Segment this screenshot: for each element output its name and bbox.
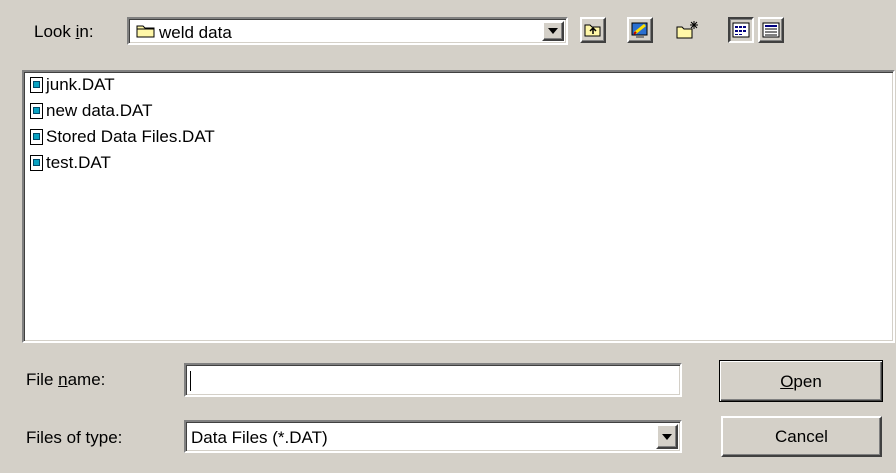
- look-in-dropdown[interactable]: weld data: [127, 17, 568, 45]
- file-icon: [30, 77, 43, 93]
- file-icon: [30, 129, 43, 145]
- up-one-level-icon: [584, 24, 601, 37]
- file-name: junk.DAT: [46, 75, 115, 94]
- look-in-label: Look in:: [34, 22, 94, 41]
- new-folder-button[interactable]: [674, 17, 700, 43]
- new-folder-icon: [676, 21, 698, 39]
- list-item[interactable]: new data.DAT: [30, 100, 152, 122]
- file-type-dropdown[interactable]: Data Files (*.DAT): [184, 420, 682, 453]
- list-item[interactable]: junk.DAT: [30, 74, 115, 96]
- cancel-button[interactable]: Cancel: [721, 416, 882, 457]
- file-icon: [30, 103, 43, 119]
- open-button[interactable]: Open: [719, 360, 883, 402]
- file-name-label: File name:: [26, 370, 106, 389]
- chevron-down-icon: [548, 28, 558, 34]
- file-name: Stored Data Files.DAT: [46, 127, 215, 146]
- file-name: test.DAT: [46, 153, 111, 172]
- folder-icon: [136, 23, 156, 44]
- list-item[interactable]: test.DAT: [30, 152, 111, 174]
- file-icon: [30, 155, 43, 171]
- look-in-value: weld data: [159, 23, 232, 42]
- list-view-button[interactable]: [728, 17, 754, 43]
- file-type-value: Data Files (*.DAT): [191, 428, 328, 447]
- file-name: new data.DAT: [46, 101, 153, 120]
- look-in-dropdown-button[interactable]: [542, 21, 564, 41]
- text-cursor: [190, 371, 191, 391]
- file-name-input[interactable]: [184, 363, 682, 397]
- desktop-button[interactable]: [627, 17, 653, 43]
- desktop-icon: [631, 22, 648, 38]
- list-item[interactable]: Stored Data Files.DAT: [30, 126, 215, 148]
- file-type-label: Files of type:: [26, 428, 123, 447]
- list-view-icon: [732, 22, 750, 38]
- file-type-dropdown-button[interactable]: [656, 424, 678, 449]
- details-view-icon: [762, 22, 780, 38]
- up-one-level-button[interactable]: [580, 17, 606, 43]
- chevron-down-icon: [662, 433, 672, 440]
- file-list[interactable]: junk.DAT new data.DAT Stored Data Files.…: [22, 70, 895, 343]
- details-view-button[interactable]: [758, 17, 784, 43]
